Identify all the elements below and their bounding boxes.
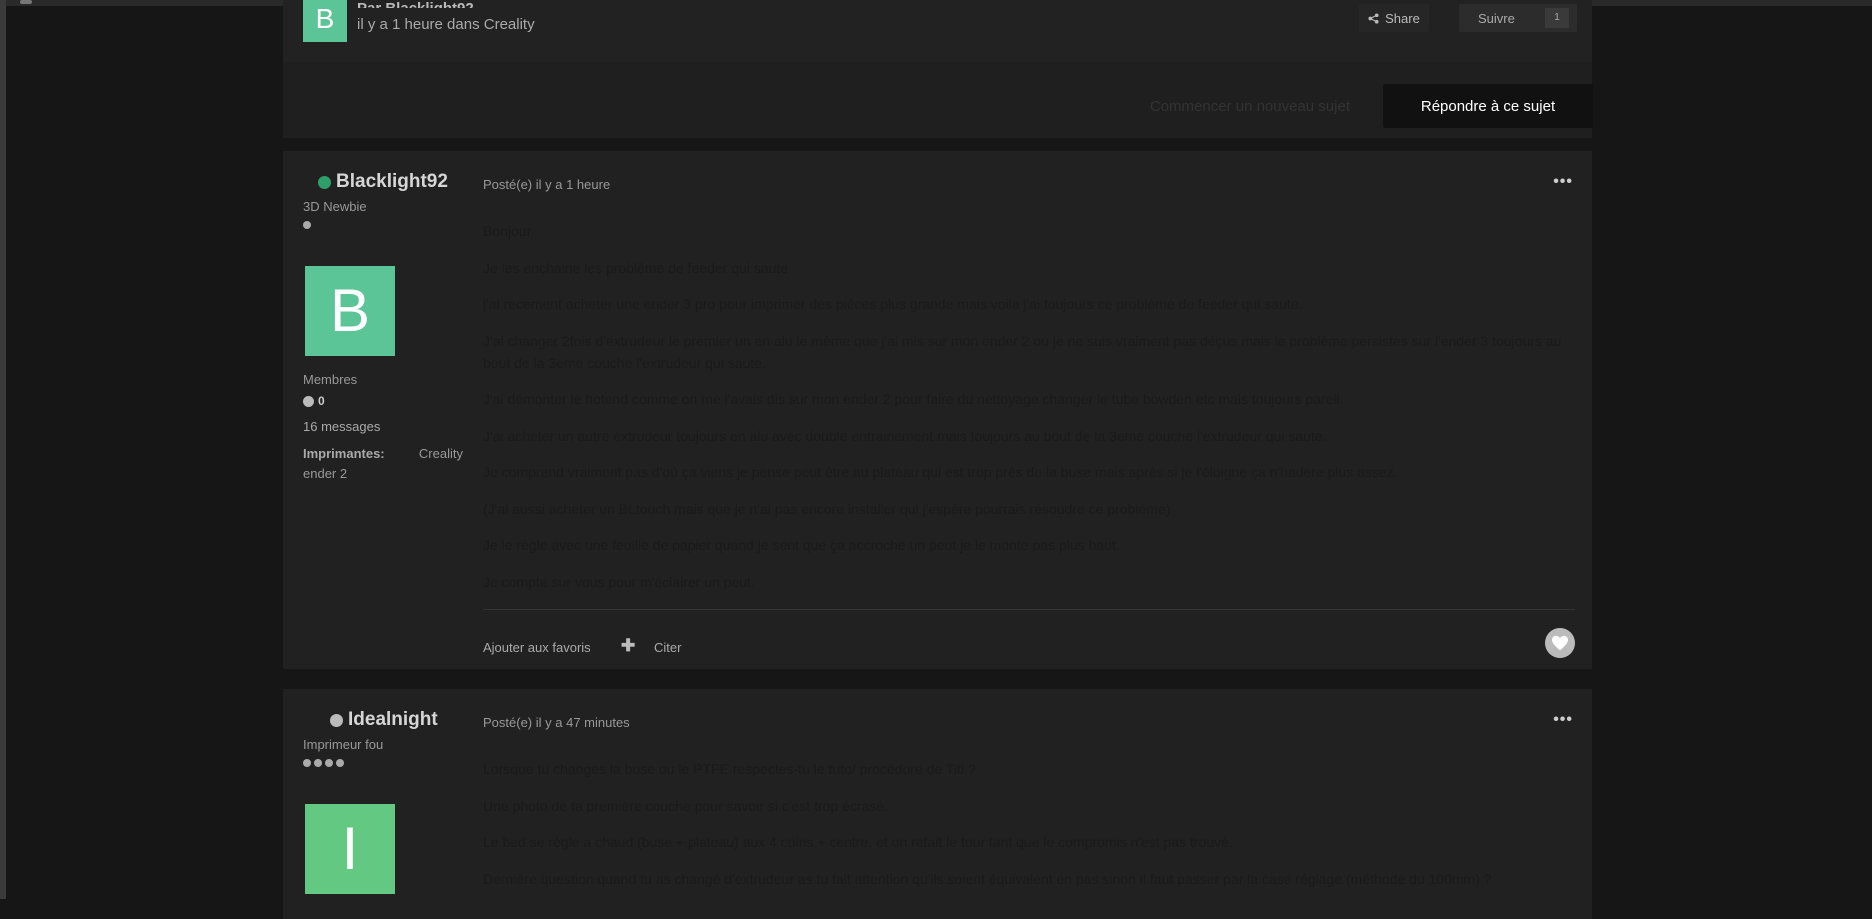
message-count: 16 messages [303,419,381,434]
printers-value: Creality [418,446,463,461]
rank-pip-icon [314,759,322,767]
post-paragraph: Je comprend vraiment pas d'où ça viens j… [483,464,1398,480]
post-paragraph: J'ai changer 2fois d'extrudeur le premie… [483,332,1562,371]
author-group: Membres [303,372,358,387]
printers-label: Imprimantes: [303,446,385,461]
author-rank: Imprimeur fou [303,737,384,752]
topic-author[interactable]: Par Blacklight92, [357,0,478,8]
printers-value-line2: ender 2 [303,466,348,481]
more-options-icon[interactable]: ••• [1553,711,1573,729]
topic-action-bar: Commencer un nouveau sujet Répondre à ce… [283,62,1593,138]
rank-pips [303,759,344,767]
author-avatar[interactable]: I [305,804,395,894]
printers-field: Imprimantes: Creality ender 2 [303,444,463,484]
post-body: Bonjour Je les enchaine les problème de … [483,220,1573,607]
post-paragraph: J'ai acheter un autre extrudeur toujours… [483,427,1327,444]
quote-button[interactable]: Citer [654,640,681,655]
author-name[interactable]: Blacklight92 [318,171,448,193]
share-icon [1368,12,1379,24]
post-paragraph: (J'ai aussi acheter un BLtouch mais que … [483,500,1171,517]
bookmark-icon[interactable] [20,0,32,4]
rank-pips [303,221,311,229]
reply-button[interactable]: Répondre à ce sujet [1383,84,1593,128]
like-button[interactable] [1545,628,1575,658]
share-button[interactable]: Share [1359,4,1429,32]
follow-label: Suivre [1478,10,1515,26]
window-edge [0,0,6,899]
post-paragraph: Lorsque tu changes la buse ou le PTFE re… [483,761,976,777]
reputation-badge: 0 [303,394,325,408]
author-avatar[interactable]: B [305,266,395,356]
reputation-count: 0 [318,394,325,408]
post-timestamp[interactable]: Posté(e) il y a 1 heure [483,177,610,192]
post-paragraph: Je les enchaine les problème de feeder q… [483,259,789,276]
topic-meta: il y a 1 heure dans Creality [357,16,535,33]
post-paragraph: Je le règle avec une feuille de papier q… [483,537,1120,553]
more-options-icon[interactable]: ••• [1553,173,1573,191]
post: Blacklight92 3D Newbie B Membres 0 16 me… [283,151,1592,669]
follower-count: 1 [1545,8,1569,28]
post-paragraph: Dernière question quand tu as changé d'e… [483,870,1492,887]
post-paragraph: Une photo de ta première couche pour sav… [483,797,888,814]
reputation-icon [303,395,314,407]
topic-header: B Par Blacklight92, il y a 1 heure dans … [283,0,1592,63]
post-timestamp[interactable]: Posté(e) il y a 47 minutes [483,715,630,730]
post-paragraph: j'ai recement acheter une ender 3 pro po… [483,296,1303,312]
online-status-icon [318,175,331,189]
rank-pip-icon [303,221,311,229]
post-body: Lorsque tu changes la buse ou le PTFE re… [483,758,1573,904]
author-rank: 3D Newbie [303,199,367,214]
post-paragraph: Je compte sur vous pour m'éclairer un pe… [483,573,755,590]
post-paragraph: J'ai démonter le hotend comme on me l'av… [483,391,1344,407]
post-paragraph: Le bed se règle a chaud (buse + plateau)… [483,834,1233,850]
author-name-text[interactable]: Idealnight [348,709,438,731]
rank-pip-icon [325,759,333,767]
follow-button[interactable]: Suivre 1 [1459,4,1577,32]
offline-status-icon [330,713,343,727]
start-topic-button[interactable]: Commencer un nouveau sujet [1150,98,1350,115]
post-footer: Ajouter aux favoris ✚ Citer [483,609,1575,670]
add-favorite-button[interactable]: Ajouter aux favoris [483,640,591,655]
author-name[interactable]: Idealnight [330,709,438,731]
share-label: Share [1385,10,1420,26]
rank-pip-icon [336,759,344,767]
heart-icon [1552,635,1568,651]
post: Idealnight Imprimeur fou I Posté(e) il y… [283,689,1592,919]
rank-pip-icon [303,759,311,767]
author-name-text[interactable]: Blacklight92 [336,171,448,193]
author-avatar[interactable]: B [303,0,347,42]
plus-icon[interactable]: ✚ [621,636,635,656]
post-paragraph: Bonjour [483,223,532,239]
